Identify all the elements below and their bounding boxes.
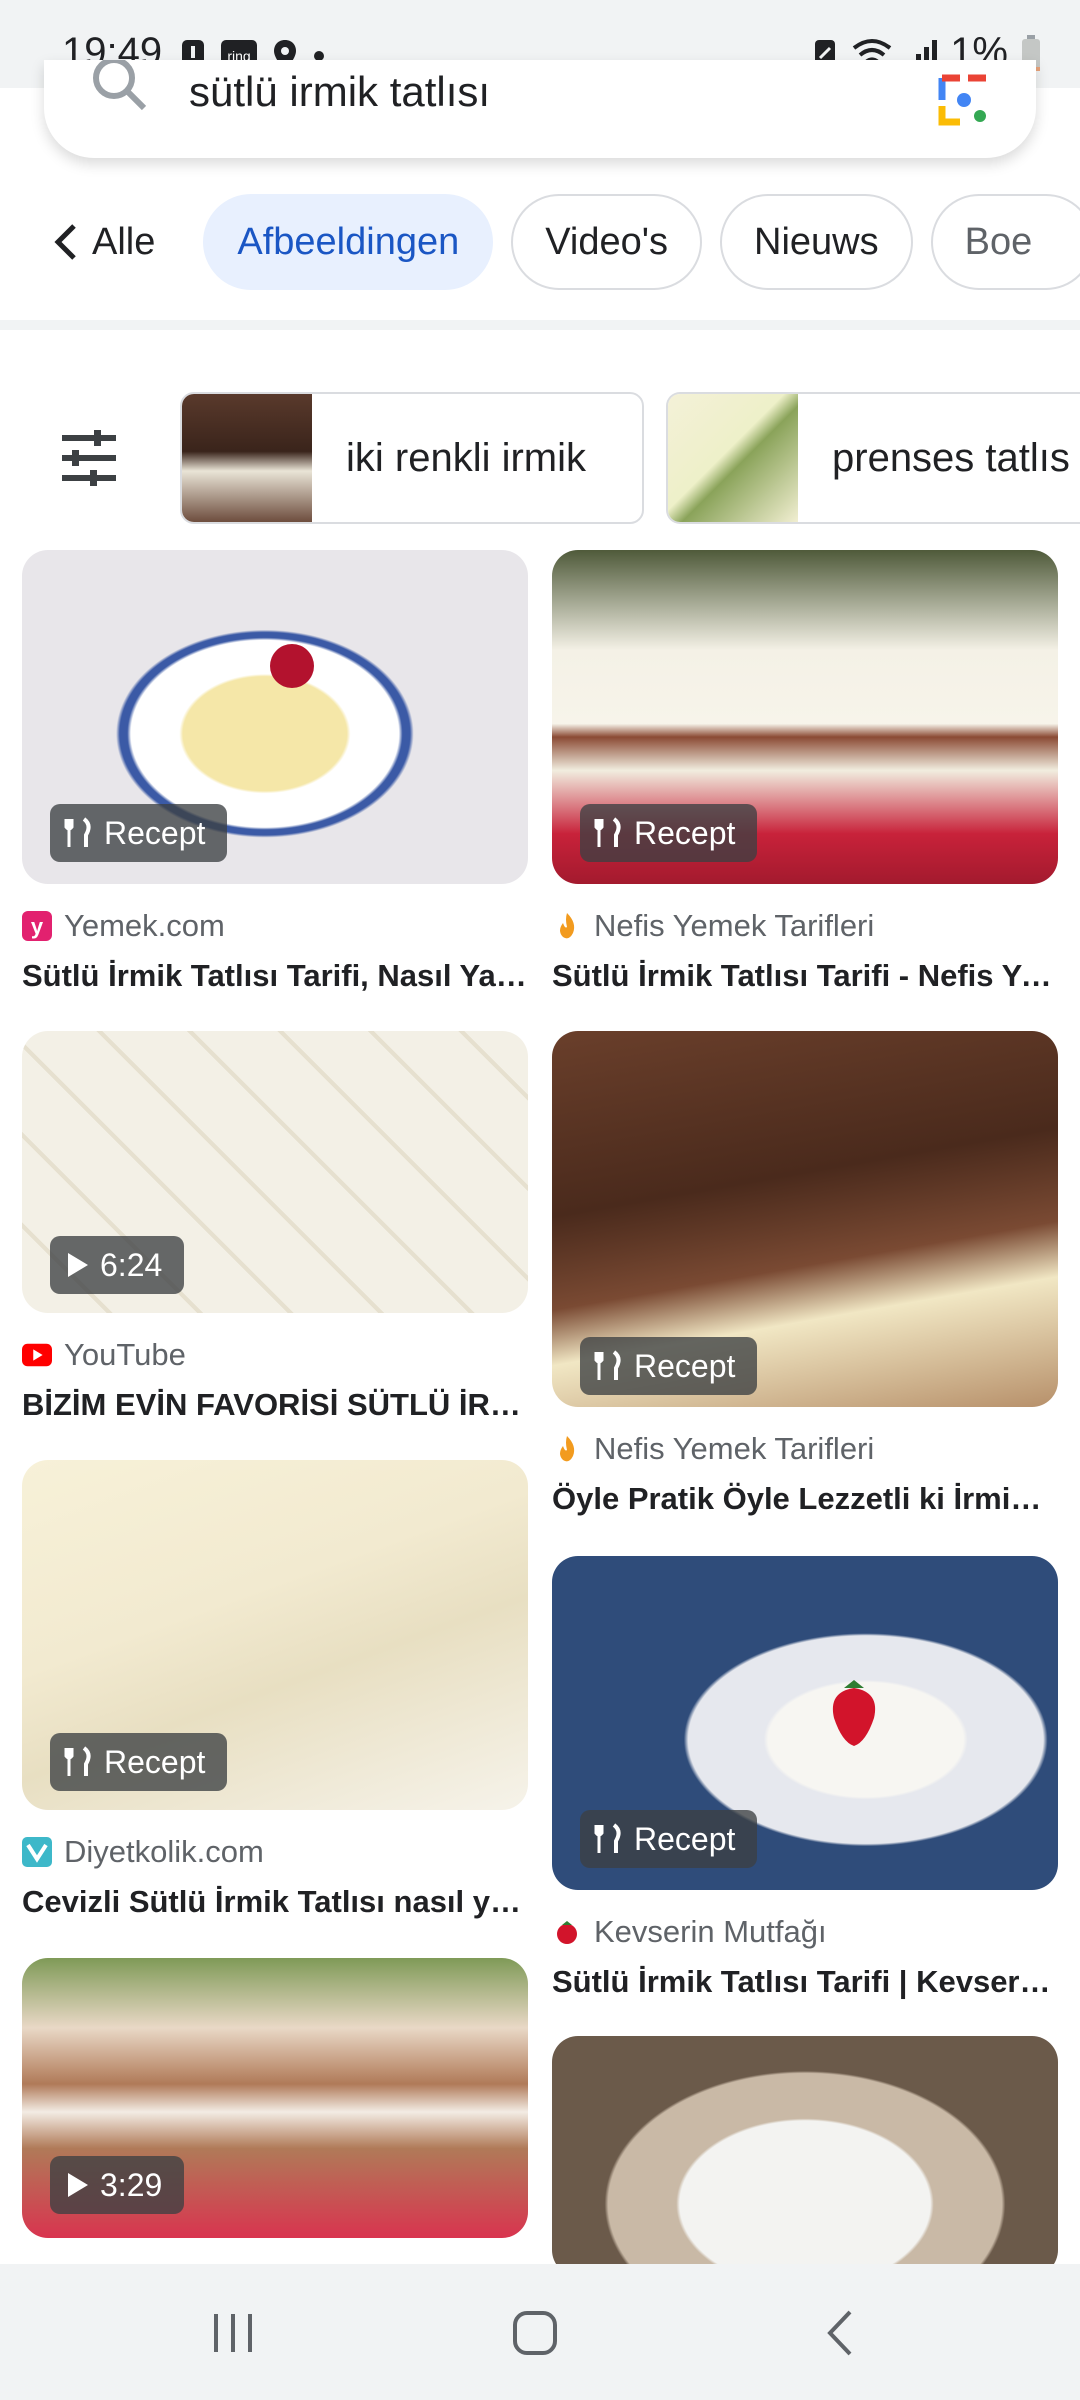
nefis-favicon-icon bbox=[552, 911, 582, 941]
google-lens-icon[interactable] bbox=[934, 70, 994, 130]
image-result[interactable]: Recept Nefis Yemek Tarifleri Sütlü İrmik… bbox=[552, 550, 1058, 994]
suggestion-chip[interactable]: iki renkli irmik bbox=[180, 392, 644, 524]
result-title[interactable]: Cevizli Sütlü İrmik Tatlısı nasıl yapılı… bbox=[22, 1884, 528, 1920]
recipe-badge: Recept bbox=[50, 804, 228, 862]
result-image[interactable]: Recept bbox=[22, 1460, 528, 1810]
tab-images[interactable]: Afbeeldingen bbox=[203, 194, 494, 290]
recipe-badge: Recept bbox=[50, 1733, 228, 1791]
tab-news-label: Nieuws bbox=[754, 220, 879, 263]
recent-apps-icon[interactable] bbox=[208, 2308, 258, 2358]
fork-knife-icon bbox=[594, 817, 621, 847]
image-result[interactable]: Recept Nefis Yemek Tarifleri Öyle Pratik… bbox=[552, 1031, 1058, 1517]
search-tabs: Alle Afbeeldingen Video's Nieuws Boe bbox=[0, 192, 1080, 292]
divider bbox=[0, 320, 1080, 330]
result-title[interactable]: BİZİM EVİN FAVORİSİ SÜTLÜ İRMİK TATLISI bbox=[22, 1387, 528, 1423]
search-bar[interactable]: sütlü irmik tatlısı bbox=[44, 60, 1036, 158]
filter-tune-icon[interactable] bbox=[60, 430, 118, 486]
play-icon bbox=[68, 1253, 88, 1277]
tab-books-label: Boe bbox=[964, 220, 1033, 263]
image-result[interactable]: 6:24 YouTube BİZİM EVİN FAVORİSİ SÜTLÜ İ… bbox=[22, 1031, 528, 1423]
result-source: YouTube bbox=[64, 1337, 186, 1372]
system-nav-bar bbox=[0, 2264, 1080, 2400]
fork-knife-icon bbox=[594, 1350, 621, 1380]
result-image[interactable]: 3:29 bbox=[22, 1958, 528, 2238]
youtube-icon bbox=[22, 1340, 52, 1370]
play-icon bbox=[68, 2173, 88, 2197]
result-source: Nefis Yemek Tarifleri bbox=[594, 1431, 875, 1466]
search-icon[interactable] bbox=[86, 60, 156, 120]
back-icon[interactable] bbox=[816, 2308, 866, 2358]
recipe-badge: Recept bbox=[580, 1810, 758, 1868]
suggestion-thumbnail bbox=[182, 394, 312, 522]
tab-videos-label: Video's bbox=[545, 220, 668, 263]
tab-all[interactable]: Alle bbox=[0, 194, 185, 290]
result-title[interactable]: Sütlü İrmik Tatlısı Tarifi | Kevserin Mu… bbox=[552, 1964, 1058, 2000]
suggestion-thumbnail bbox=[668, 394, 798, 522]
svg-text:y: y bbox=[31, 914, 44, 939]
result-source: Kevserin Mutfağı bbox=[594, 1914, 827, 1949]
recipe-badge: Recept bbox=[580, 1337, 758, 1395]
raspberry-garnish-icon bbox=[270, 644, 314, 688]
chevron-left-icon bbox=[54, 224, 76, 260]
strawberry-garnish-icon bbox=[832, 1680, 876, 1746]
image-result[interactable]: Recept Diyetkolik.com Cevizli Sütlü İrmi… bbox=[22, 1460, 528, 1920]
result-image[interactable]: Recept bbox=[552, 1031, 1058, 1407]
result-image[interactable]: Recept bbox=[552, 550, 1058, 884]
fork-knife-icon bbox=[64, 1746, 91, 1776]
suggestion-label: prenses tatlıs bbox=[832, 435, 1070, 480]
tab-news[interactable]: Nieuws bbox=[720, 194, 913, 290]
tab-images-label: Afbeeldingen bbox=[237, 220, 460, 263]
fork-knife-icon bbox=[64, 817, 91, 847]
image-result[interactable] bbox=[552, 2036, 1058, 2276]
result-image[interactable]: Recept bbox=[22, 550, 528, 884]
image-result[interactable]: 3:29 bbox=[22, 1958, 528, 2238]
yemek-favicon-icon: y bbox=[22, 911, 52, 941]
result-source: Nefis Yemek Tarifleri bbox=[594, 908, 875, 943]
result-image[interactable]: Recept bbox=[552, 1556, 1058, 1890]
image-result[interactable]: Recept Kevserin Mutfağı Sütlü İrmik Tatl… bbox=[552, 1556, 1058, 2000]
fork-knife-icon bbox=[594, 1823, 621, 1853]
diyetkolik-favicon-icon bbox=[22, 1837, 52, 1867]
nefis-favicon-icon bbox=[552, 1434, 582, 1464]
result-source: Yemek.com bbox=[64, 908, 225, 943]
tab-all-label: Alle bbox=[92, 220, 156, 263]
result-title[interactable]: Sütlü İrmik Tatlısı Tarifi, Nasıl Yapılı… bbox=[22, 958, 528, 994]
kevserin-favicon-icon bbox=[552, 1917, 582, 1947]
result-title[interactable]: Öyle Pratik Öyle Lezzetli ki İrmik Tatlı… bbox=[552, 1481, 1058, 1517]
tab-videos[interactable]: Video's bbox=[511, 194, 702, 290]
result-title[interactable]: Sütlü İrmik Tatlısı Tarifi - Nefis Yemek… bbox=[552, 958, 1058, 994]
result-image[interactable] bbox=[552, 2036, 1058, 2276]
search-query[interactable]: sütlü irmik tatlısı bbox=[189, 68, 490, 116]
suggestion-label: iki renkli irmik bbox=[346, 435, 586, 480]
image-result[interactable]: Recept y Yemek.com Sütlü İrmik Tatlısı T… bbox=[22, 550, 528, 994]
suggestion-chip[interactable]: prenses tatlıs bbox=[666, 392, 1080, 524]
recipe-badge: Recept bbox=[580, 804, 758, 862]
result-image[interactable]: 6:24 bbox=[22, 1031, 528, 1313]
video-duration-badge: 3:29 bbox=[50, 2156, 185, 2214]
tab-books[interactable]: Boe bbox=[930, 194, 1080, 290]
result-source: Diyetkolik.com bbox=[64, 1834, 264, 1869]
video-duration-badge: 6:24 bbox=[50, 1236, 185, 1294]
home-icon[interactable] bbox=[510, 2308, 560, 2358]
